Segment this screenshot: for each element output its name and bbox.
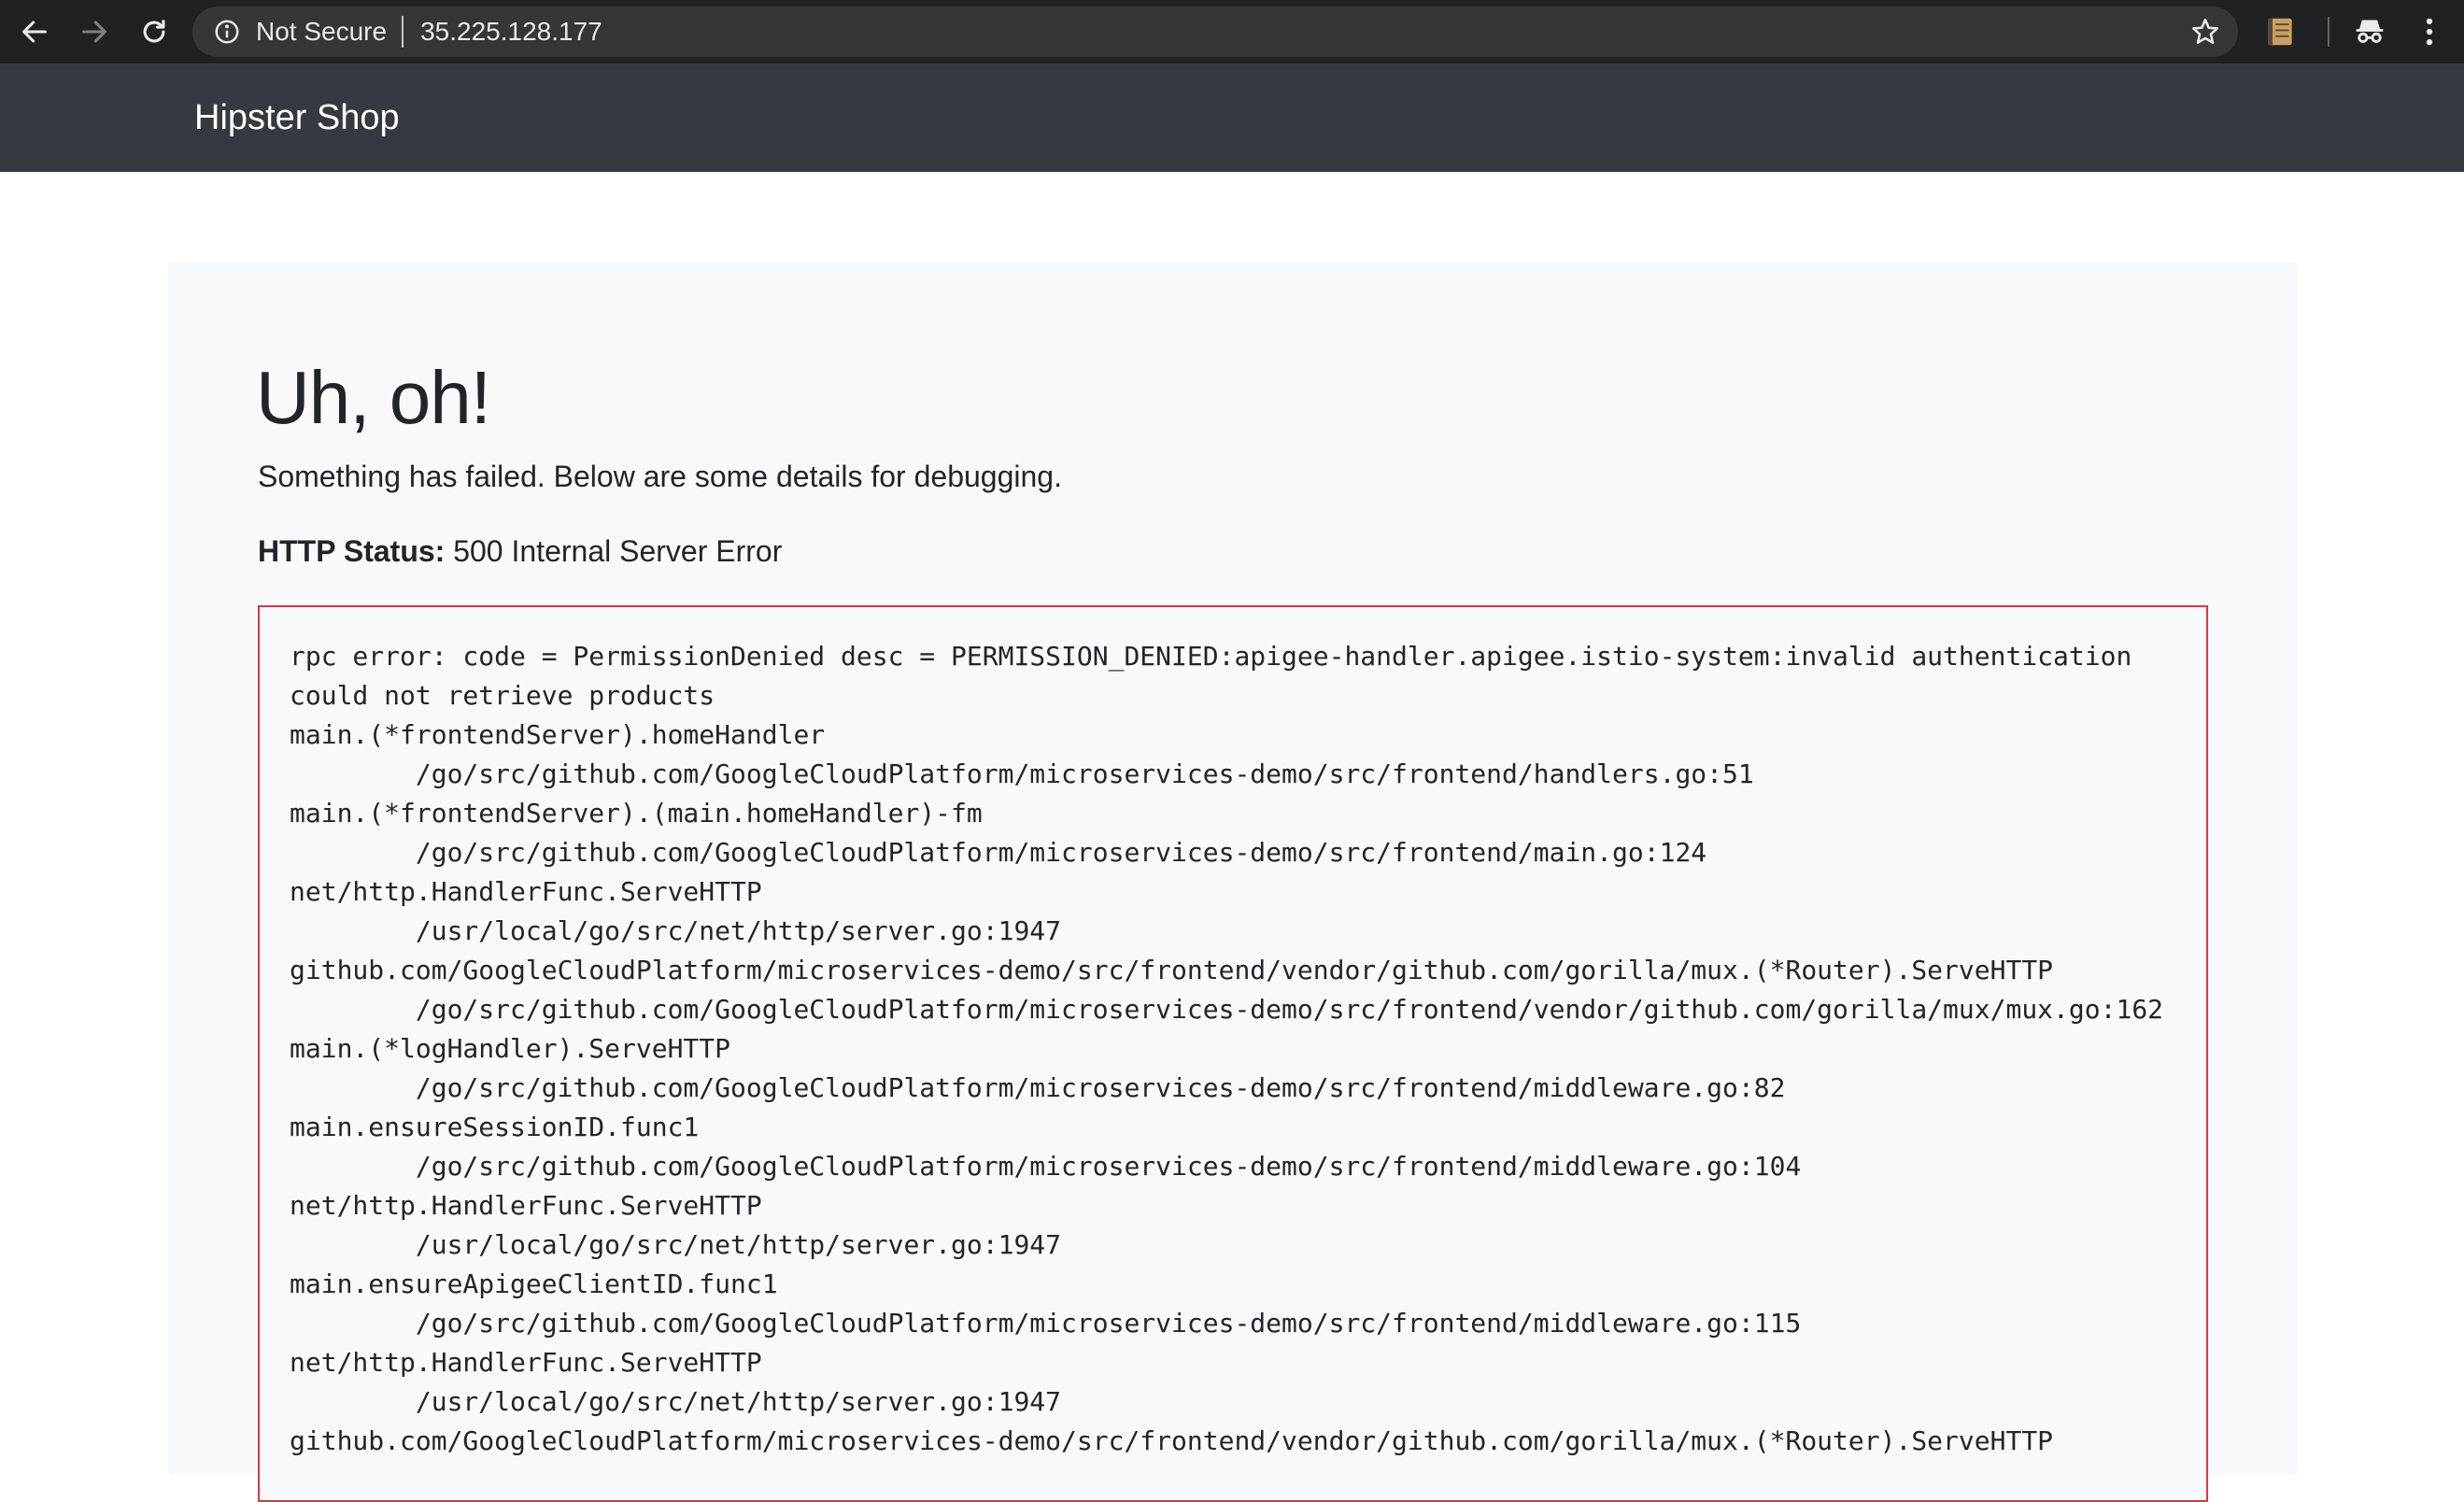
stack-trace-line: /usr/local/go/src/net/http/server.go:194… xyxy=(290,915,1062,946)
stack-trace-line: github.com/GoogleCloudPlatform/microserv… xyxy=(290,955,2054,985)
stack-trace-line: main.ensureSessionID.func1 xyxy=(290,1112,700,1142)
omnibox-divider xyxy=(402,16,404,48)
stack-trace-line: main.(*frontendServer).(main.homeHandler… xyxy=(290,798,983,829)
stack-trace: rpc error: code = PermissionDenied desc … xyxy=(290,637,2163,1461)
stack-trace-line: /go/src/github.com/GoogleCloudPlatform/m… xyxy=(290,837,1707,868)
stack-trace-line: net/http.HandlerFunc.ServeHTTP xyxy=(290,876,762,907)
url-text[interactable]: 35.225.128.177 xyxy=(420,17,602,47)
error-subtitle: Something has failed. Below are some det… xyxy=(258,460,1062,493)
stack-trace-line: /usr/local/go/src/net/http/server.go:194… xyxy=(290,1229,1062,1260)
security-label[interactable]: Not Secure xyxy=(256,17,387,47)
http-status-value: 500 Internal Server Error xyxy=(445,534,783,568)
forward-arrow-icon[interactable] xyxy=(69,7,120,57)
http-status: HTTP Status: 500 Internal Server Error xyxy=(258,534,782,569)
stack-trace-line: /usr/local/go/src/net/http/server.go:194… xyxy=(290,1386,1062,1417)
stack-trace-line: rpc error: code = PermissionDenied desc … xyxy=(290,641,2132,672)
stack-trace-line: net/http.HandlerFunc.ServeHTTP xyxy=(290,1190,762,1221)
reload-icon[interactable] xyxy=(129,7,179,57)
stack-trace-line: main.(*frontendServer).homeHandler xyxy=(290,719,826,750)
notes-extension-icon[interactable] xyxy=(2260,12,2300,51)
stack-trace-line: github.com/GoogleCloudPlatform/microserv… xyxy=(290,1425,2054,1456)
stack-trace-line: /go/src/github.com/GoogleCloudPlatform/m… xyxy=(290,994,2164,1025)
stack-trace-line: main.(*logHandler).ServeHTTP xyxy=(290,1033,731,1064)
stack-trace-line: net/http.HandlerFunc.ServeHTTP xyxy=(290,1347,762,1378)
back-arrow-icon[interactable] xyxy=(9,7,60,57)
star-icon[interactable] xyxy=(2189,16,2221,48)
error-title: Uh, oh! xyxy=(256,356,491,439)
toolbar-separator xyxy=(2328,17,2329,47)
info-icon[interactable] xyxy=(213,18,241,46)
http-status-label: HTTP Status: xyxy=(258,534,446,568)
stack-trace-line: /go/src/github.com/GoogleCloudPlatform/m… xyxy=(290,758,1754,789)
stack-trace-line: /go/src/github.com/GoogleCloudPlatform/m… xyxy=(290,1072,1786,1103)
stack-trace-line: could not retrieve products xyxy=(290,680,715,711)
stack-trace-box: rpc error: code = PermissionDenied desc … xyxy=(258,605,2208,1502)
stack-trace-line: main.ensureApigeeClientID.func1 xyxy=(290,1268,778,1299)
error-panel: Uh, oh! Something has failed. Below are … xyxy=(168,262,2298,1502)
brand-link[interactable]: Hipster Shop xyxy=(194,98,400,138)
stack-trace-line: /go/src/github.com/GoogleCloudPlatform/m… xyxy=(290,1151,1802,1182)
app-header: Hipster Shop xyxy=(0,64,2464,172)
stack-trace-line: /go/src/github.com/GoogleCloudPlatform/m… xyxy=(290,1308,1802,1339)
kebab-menu-icon[interactable] xyxy=(2410,12,2449,51)
address-bar[interactable]: Not Secure 35.225.128.177 xyxy=(192,7,2238,57)
browser-toolbar: Not Secure 35.225.128.177 xyxy=(0,0,2464,64)
incognito-icon[interactable] xyxy=(2350,12,2389,51)
